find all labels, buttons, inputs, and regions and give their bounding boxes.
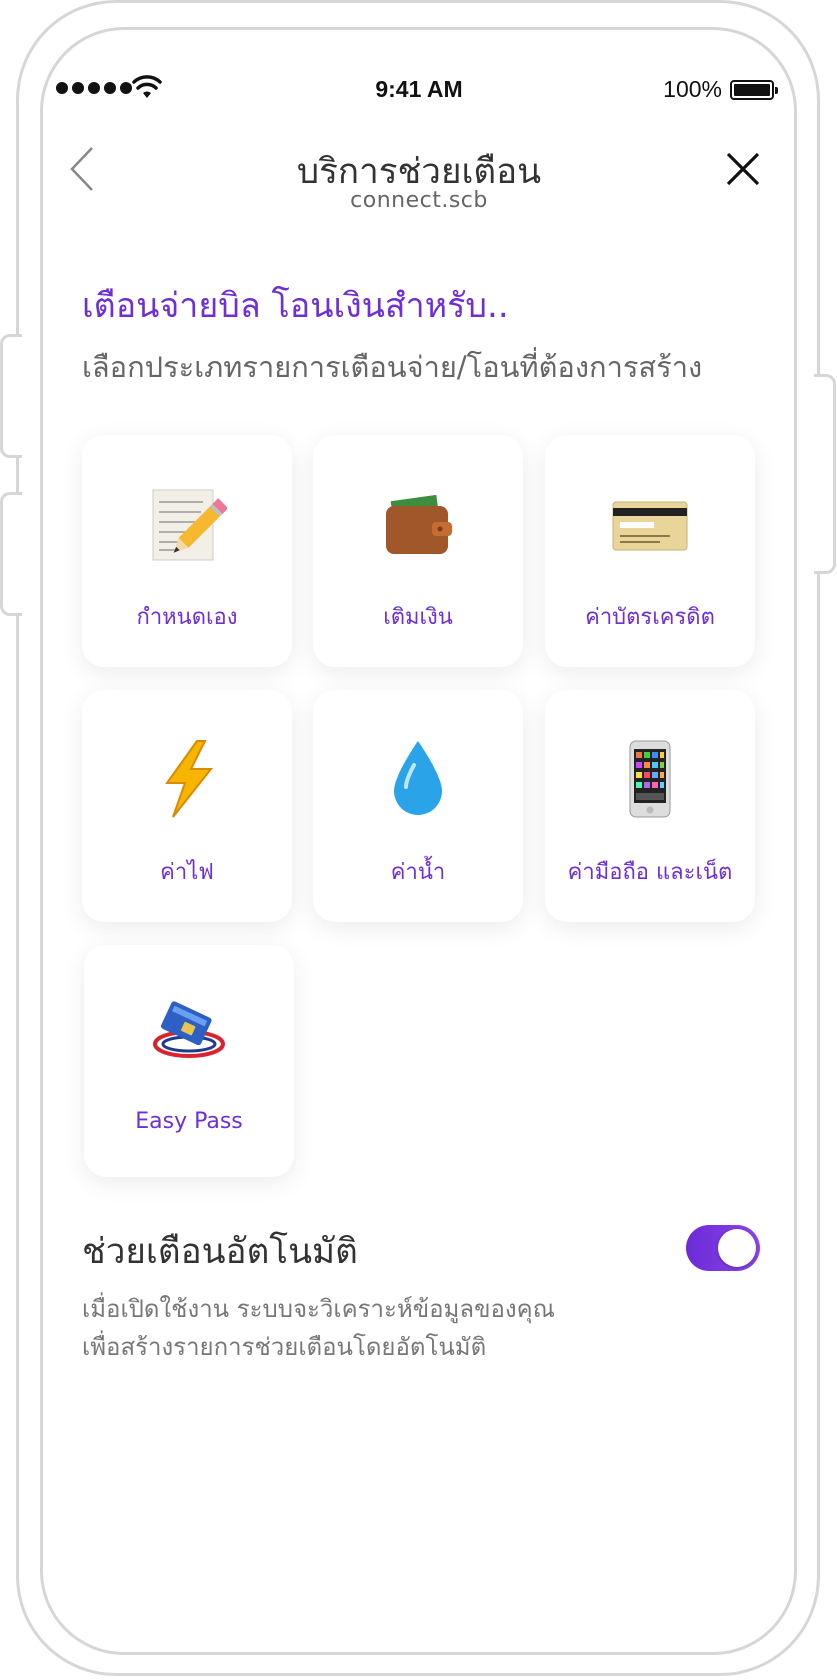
tile-label: เติมเงิน bbox=[383, 605, 453, 630]
mobile-phone-icon bbox=[629, 740, 671, 818]
tile-easy-pass[interactable]: Easy Pass bbox=[84, 945, 294, 1177]
easy-pass-icon bbox=[153, 1001, 225, 1058]
tile-electricity[interactable]: ค่าไฟ bbox=[82, 690, 292, 922]
section-subheading: เลือกประเภทรายการเตือนจ่าย/โอนที่ต้องการ… bbox=[82, 350, 703, 384]
tile-water[interactable]: ค่าน้ำ bbox=[313, 690, 523, 922]
section-heading: เตือนจ่ายบิล โอนเงินสำหรับ.. bbox=[82, 286, 509, 326]
status-bar: 9:41 AM 100% bbox=[56, 72, 782, 112]
water-drop-icon bbox=[394, 741, 442, 815]
page-subtitle: connect.scb bbox=[350, 188, 488, 213]
credit-card-icon bbox=[612, 501, 688, 551]
tile-label: ค่ามือถือ และเน็ต bbox=[567, 860, 733, 885]
tile-custom[interactable]: กำหนดเอง bbox=[82, 435, 292, 667]
auto-reminder-description: เมื่อเปิดใช้งาน ระบบจะวิเคราะห์ข้อมูลของ… bbox=[82, 1290, 642, 1366]
tile-credit-card[interactable]: ค่าบัตรเครดิต bbox=[545, 435, 755, 667]
tile-topup[interactable]: เติมเงิน bbox=[313, 435, 523, 667]
memo-pencil-icon bbox=[152, 489, 227, 561]
side-button-left-lower bbox=[0, 492, 22, 616]
tile-label: ค่าน้ำ bbox=[390, 860, 446, 885]
auto-reminder-toggle[interactable] bbox=[686, 1225, 760, 1271]
lightning-icon bbox=[165, 740, 214, 818]
auto-reminder-title: ช่วยเตือนอัตโนมัติ bbox=[82, 1232, 358, 1272]
tile-label: ค่าบัตรเครดิต bbox=[585, 605, 715, 630]
nav-bar: บริการช่วยเตือน connect.scb bbox=[56, 138, 782, 218]
tile-label: Easy Pass bbox=[135, 1109, 243, 1134]
side-button-left-upper bbox=[0, 334, 22, 458]
description-line-1: เมื่อเปิดใช้งาน ระบบจะวิเคราะห์ข้อมูลของ… bbox=[82, 1295, 555, 1323]
battery-icon bbox=[730, 80, 778, 100]
tile-mobile[interactable]: ค่ามือถือ และเน็ต bbox=[545, 690, 755, 922]
tile-label: ค่าไฟ bbox=[160, 860, 214, 885]
wallet-icon bbox=[386, 494, 452, 554]
tile-label: กำหนดเอง bbox=[136, 605, 238, 630]
close-icon[interactable] bbox=[726, 152, 760, 186]
description-line-2: เพื่อสร้างรายการช่วยเตือนโดยอัตโนมัติ bbox=[82, 1333, 487, 1361]
toggle-knob bbox=[718, 1229, 756, 1267]
battery-percent: 100% bbox=[663, 76, 722, 102]
side-button-right bbox=[814, 374, 836, 574]
